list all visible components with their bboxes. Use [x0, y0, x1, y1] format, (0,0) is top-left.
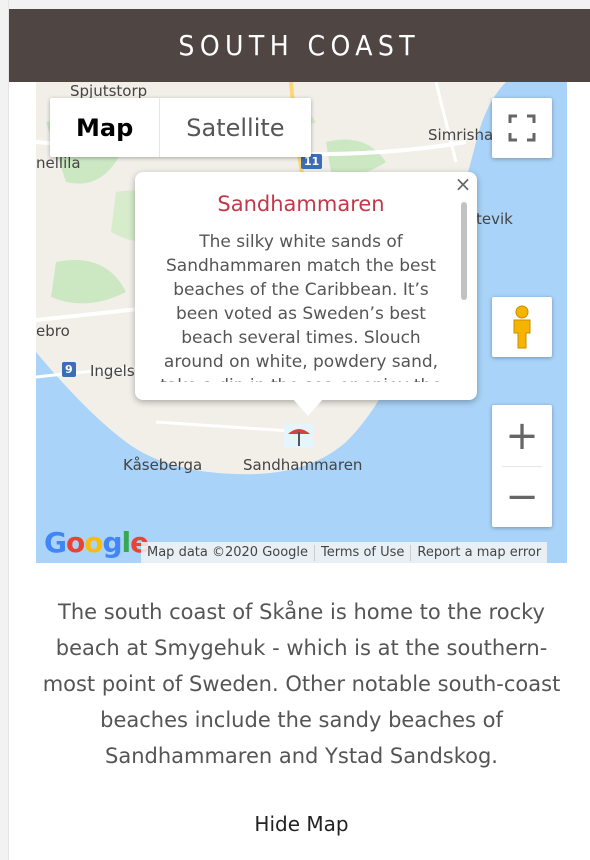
- map-type-control: Map Satellite: [50, 98, 311, 157]
- map-label: ebro: [36, 322, 70, 340]
- hide-map-button[interactable]: Hide Map: [36, 812, 567, 836]
- info-window-pointer: [292, 398, 324, 416]
- zoom-control: + −: [492, 405, 552, 527]
- section-description: The south coast of Skåne is home to the …: [42, 600, 561, 768]
- page-left-margin: [0, 0, 9, 860]
- map-label: Sandhammaren: [243, 456, 363, 474]
- plus-icon: +: [505, 412, 539, 459]
- info-window-content: The silky white sands of Sandhammaren ma…: [155, 230, 447, 382]
- zoom-in-button[interactable]: +: [492, 406, 552, 466]
- map-attribution-bar: Map data ©2020 Google Terms of Use Repor…: [141, 542, 548, 563]
- section-header: SOUTH COAST: [9, 9, 590, 82]
- fullscreen-button[interactable]: [492, 98, 552, 158]
- report-map-error-link[interactable]: Report a map error: [411, 545, 547, 560]
- minus-icon: −: [505, 473, 539, 520]
- map-type-map-button[interactable]: Map: [50, 98, 159, 157]
- terms-of-use-link[interactable]: Terms of Use: [315, 545, 410, 560]
- pegman-icon: [513, 305, 531, 349]
- map-label: Kåseberga: [123, 456, 203, 474]
- fullscreen-icon: [508, 114, 536, 142]
- page-top-margin: [0, 0, 590, 9]
- street-view-pegman-button[interactable]: [492, 297, 552, 357]
- google-logo: Google: [44, 526, 149, 559]
- map-canvas[interactable]: Spjutstorp Simrishamn nellila tevik ebro…: [36, 82, 567, 563]
- map-type-satellite-button[interactable]: Satellite: [159, 98, 310, 157]
- info-window: × Sandhammaren The silky white sands of …: [135, 172, 477, 400]
- beach-marker: [284, 424, 314, 448]
- section-title: SOUTH COAST: [178, 29, 421, 62]
- close-icon[interactable]: ×: [453, 174, 473, 194]
- info-window-text: The silky white sands of Sandhammaren ma…: [160, 232, 442, 382]
- zoom-out-button[interactable]: −: [492, 467, 552, 527]
- map-label: tevik: [476, 210, 513, 228]
- map-data-attribution: Map data ©2020 Google: [147, 545, 309, 560]
- road-badge: 9: [62, 362, 76, 377]
- info-window-scrollbar[interactable]: [461, 202, 467, 300]
- info-window-title: Sandhammaren: [217, 192, 385, 216]
